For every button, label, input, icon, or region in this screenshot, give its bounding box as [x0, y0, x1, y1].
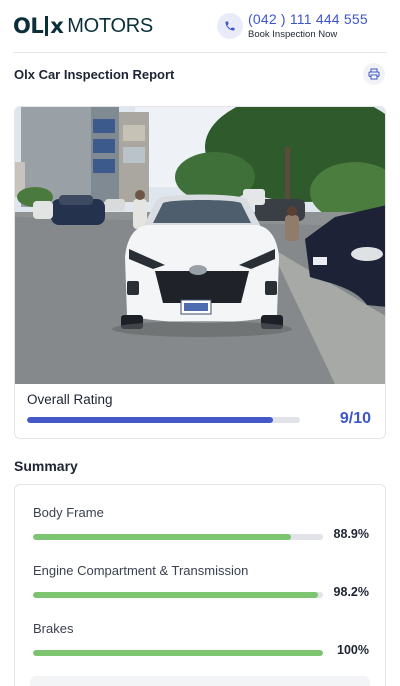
summary-item-label: Body Frame [33, 505, 104, 520]
summary-item-bar [33, 534, 323, 540]
phone-number-link[interactable]: (042 ) 111 444 555 [248, 11, 368, 27]
summary-item-brakes: Brakes 100% [15, 621, 387, 673]
summary-item-label: Engine Compartment & Transmission [33, 563, 249, 578]
summary-heading: Summary [14, 458, 78, 474]
overall-rating-label: Overall Rating [27, 392, 113, 407]
logo-motors-text: MOTORS [67, 14, 153, 37]
app-header: OL x MOTORS (042 ) 111 444 555 Book Insp… [0, 0, 400, 52]
overall-rating-value: 9/10 [339, 410, 371, 427]
summary-item-fill [33, 650, 323, 656]
car-overview-card: Overall Rating 9/10 [14, 106, 386, 439]
summary-item-fill [33, 592, 318, 598]
printer-icon[interactable] [363, 63, 385, 85]
overall-rating-fill [27, 417, 273, 423]
logo-olx-text: OL [13, 14, 44, 38]
summary-item-bar [33, 592, 323, 598]
olx-motors-logo[interactable]: OL x MOTORS [13, 14, 153, 38]
book-inspection-link[interactable]: Book Inspection Now [248, 29, 337, 40]
logo-x-text: x [50, 14, 64, 38]
page-title: Olx Car Inspection Report [14, 67, 175, 82]
summary-item-value: 98.2% [333, 585, 369, 599]
summary-item-bar [33, 650, 323, 656]
summary-item-value: 100% [337, 643, 369, 657]
overall-rating-bar [27, 417, 300, 423]
summary-item-engine: Engine Compartment & Transmission 98.2% [15, 563, 387, 615]
summary-card: Body Frame 88.9% Engine Compartment & Tr… [14, 484, 386, 686]
phone-icon[interactable] [217, 13, 243, 39]
summary-item-fill [33, 534, 291, 540]
header-divider [14, 52, 386, 53]
next-card-peek [30, 676, 370, 686]
summary-item-body-frame: Body Frame 88.9% [15, 505, 387, 557]
summary-item-label: Brakes [33, 621, 74, 636]
logo-divider-bar [45, 16, 49, 36]
summary-item-value: 88.9% [333, 527, 369, 541]
car-photo [15, 107, 385, 384]
